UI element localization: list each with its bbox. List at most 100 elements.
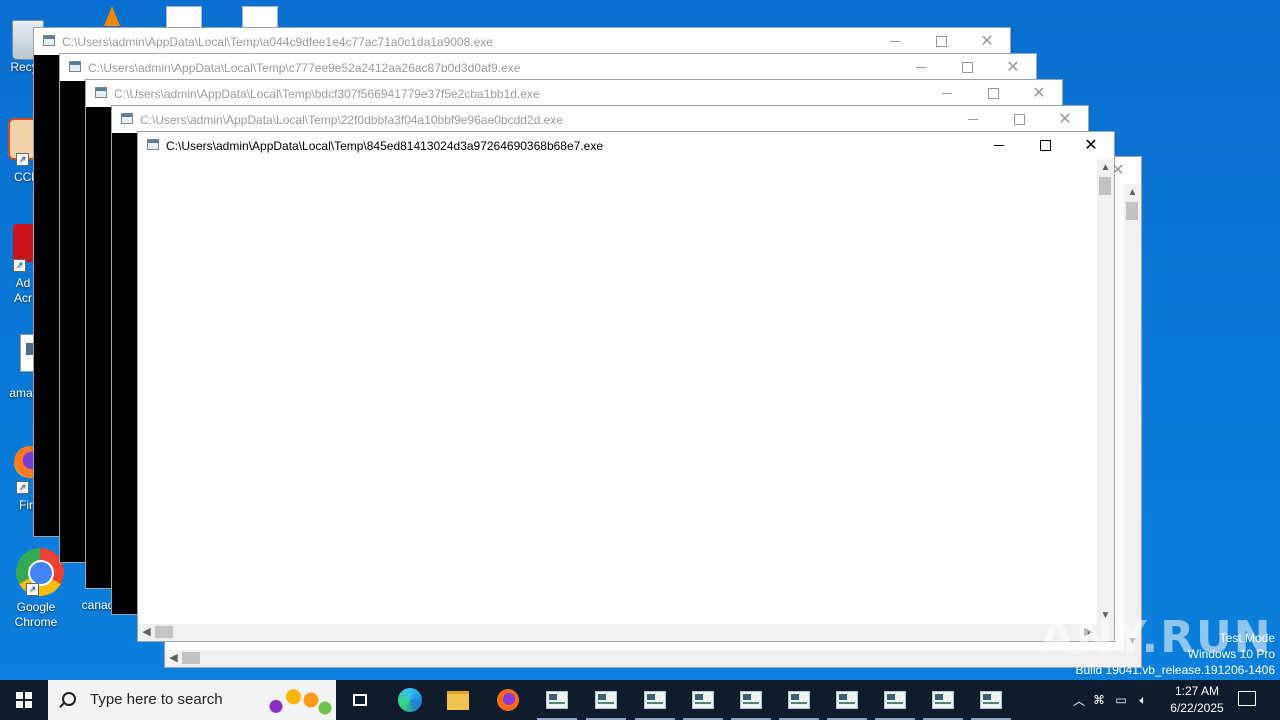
horizontal-scrollbar[interactable]: ◀: [165, 650, 1124, 667]
search-input[interactable]: [88, 690, 242, 709]
taskbar-console-button[interactable]: [533, 680, 581, 720]
monitor-icon[interactable]: ▭: [1110, 693, 1132, 707]
scroll-thumb[interactable]: [155, 626, 173, 638]
taskbar-file-explorer-button[interactable]: [434, 680, 482, 720]
close-button[interactable]: ✕: [1042, 106, 1088, 133]
taskbar-console-button[interactable]: [871, 680, 919, 720]
scroll-thumb[interactable]: [1099, 177, 1111, 195]
console-client-area[interactable]: [138, 159, 1114, 641]
task-view-button[interactable]: [336, 680, 384, 720]
console-app-icon: [95, 87, 107, 98]
clock-time: 1:27 AM: [1174, 684, 1220, 698]
scroll-up-icon[interactable]: ▲: [1124, 184, 1141, 201]
clock-date: 6/22/2025: [1170, 701, 1224, 715]
minimize-button[interactable]: [976, 132, 1022, 159]
search-icon: [62, 692, 76, 706]
taskbar-console-button[interactable]: [823, 680, 871, 720]
close-icon: ✕: [1032, 85, 1046, 102]
scroll-left-icon[interactable]: ◀: [165, 650, 182, 667]
maximize-icon: [987, 88, 999, 99]
desktop-icon-label: Google Chrome: [14, 600, 58, 629]
taskbar-console-button[interactable]: [679, 680, 727, 720]
scroll-left-icon[interactable]: ◀: [138, 624, 155, 641]
minimize-button[interactable]: [872, 28, 918, 55]
window-title: C:\Users\admin\AppData\Local\Temp\a044c9…: [62, 35, 493, 49]
scroll-up-icon[interactable]: ▲: [1097, 159, 1114, 176]
scroll-thumb[interactable]: [1126, 202, 1138, 220]
horizontal-scrollbar[interactable]: ◀ ▶: [138, 624, 1097, 641]
vertical-scrollbar[interactable]: ▲ ▼: [1097, 159, 1114, 624]
scroll-thumb[interactable]: [182, 652, 200, 664]
taskbar-console-button[interactable]: [582, 680, 630, 720]
window-title: C:\Users\admin\AppData\Local\Temp\c777ee…: [88, 61, 521, 75]
title-bar[interactable]: C:\Users\admin\AppData\Local\Temp\a044c9…: [34, 28, 1010, 55]
console-app-icon: [147, 139, 159, 150]
console-app-icon: [644, 691, 666, 709]
taskbar-console-button[interactable]: [919, 680, 967, 720]
minimize-icon: [942, 93, 952, 94]
close-button[interactable]: ✕: [1068, 132, 1114, 159]
taskbar-firefox-button[interactable]: [484, 680, 532, 720]
close-button[interactable]: ✕: [964, 28, 1010, 55]
desktop-icon-label: CCl: [14, 170, 34, 184]
taskbar-console-button[interactable]: [727, 680, 775, 720]
shortcut-arrow-icon: ↗: [26, 583, 39, 596]
console-app-icon: [69, 61, 81, 72]
console-app-icon: [692, 691, 714, 709]
vertical-scrollbar[interactable]: ▲ ▼: [1124, 184, 1141, 650]
minimize-button[interactable]: [898, 54, 944, 81]
taskbar-search-box[interactable]: [48, 680, 336, 720]
maximize-button[interactable]: [944, 54, 990, 81]
show-hidden-icons-chevron-icon[interactable]: ︿: [1070, 692, 1088, 709]
maximize-icon: [935, 36, 947, 47]
maximize-icon: [961, 62, 973, 73]
title-bar[interactable]: C:\Users\admin\AppData\Local\Temp\845ed8…: [138, 132, 1114, 159]
folder-icon: [447, 690, 469, 710]
console-app-icon: [788, 691, 810, 709]
taskbar-console-button[interactable]: [967, 680, 1015, 720]
maximize-icon: [1039, 140, 1051, 151]
title-bar[interactable]: C:\Users\admin\AppData\Local\Temp\c777ee…: [60, 54, 1036, 81]
close-button[interactable]: ✕: [1016, 80, 1062, 107]
console-app-icon: [43, 35, 55, 46]
window-title: C:\Users\admin\AppData\Local\Temp\845ed8…: [166, 139, 603, 153]
edge-icon: [398, 688, 422, 712]
close-button[interactable]: ✕: [990, 54, 1036, 81]
console-app-icon: [740, 691, 762, 709]
minimize-icon: [890, 41, 900, 42]
close-icon: ✕: [1006, 59, 1020, 76]
taskbar-console-button[interactable]: [631, 680, 679, 720]
maximize-button[interactable]: [996, 106, 1042, 133]
minimize-button[interactable]: [924, 80, 970, 107]
system-tray: ︿ ⌘ ▭ 🔈︎: [1070, 680, 1154, 720]
desktop: Recy ↗ CCl ↗ Ad Acr amate ↗ Fir ↗ Google…: [0, 0, 1280, 680]
maximize-button[interactable]: [918, 28, 964, 55]
network-icon[interactable]: ⌘: [1088, 693, 1110, 707]
console-app-icon: [980, 691, 1002, 709]
maximize-button[interactable]: [1022, 132, 1068, 159]
taskbar-edge-button[interactable]: [386, 680, 434, 720]
test-mode-label: Test Mode: [1219, 631, 1275, 645]
close-icon: ✕: [980, 33, 994, 50]
taskbar-console-button[interactable]: [775, 680, 823, 720]
firefox-icon: [497, 689, 519, 711]
console-app-icon: [884, 691, 906, 709]
console-app-icon: [836, 691, 858, 709]
task-view-icon: [353, 694, 367, 706]
action-center-button[interactable]: [1236, 688, 1258, 712]
minimize-icon: [994, 145, 1004, 146]
console-app-icon: [546, 691, 568, 709]
minimize-button[interactable]: [950, 106, 996, 133]
title-bar[interactable]: C:\Users\admin\AppData\Local\Temp\22f0db…: [112, 106, 1088, 133]
taskbar-clock[interactable]: 1:27 AM 6/22/2025: [1162, 683, 1232, 717]
maximize-button[interactable]: [970, 80, 1016, 107]
console-window-active[interactable]: C:\Users\admin\AppData\Local\Temp\845ed8…: [137, 131, 1115, 642]
close-icon: ✕: [1084, 137, 1098, 154]
vlc-icon[interactable]: [104, 6, 120, 26]
shortcut-arrow-icon: ↗: [16, 153, 29, 166]
title-bar[interactable]: C:\Users\admin\AppData\Local\Temp\bdcf30…: [86, 80, 1062, 107]
minimize-icon: [916, 67, 926, 68]
volume-icon[interactable]: 🔈︎: [1132, 693, 1154, 708]
shortcut-arrow-icon: ↗: [13, 259, 26, 272]
start-button[interactable]: [0, 680, 48, 720]
